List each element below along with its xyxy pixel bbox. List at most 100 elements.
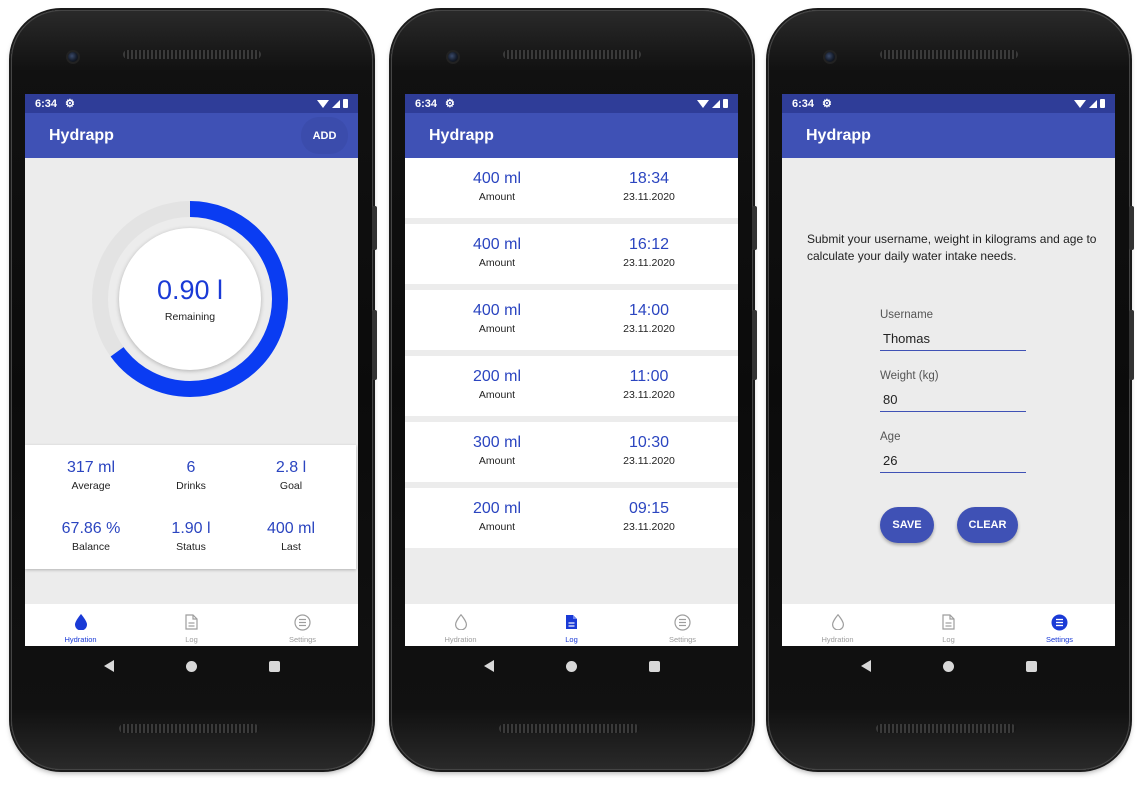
back-icon[interactable]	[483, 660, 494, 672]
log-date: 23.11.2020	[623, 521, 675, 533]
log-entry[interactable]: 300 ml Amount 10:30 23.11.2020	[405, 422, 738, 482]
nav-label: Hydration	[821, 635, 854, 644]
front-camera	[66, 50, 80, 64]
add-button[interactable]: ADD	[301, 117, 348, 154]
bottom-navigation: Hydration Log Settings	[405, 604, 738, 646]
stat-label: Goal	[279, 480, 303, 492]
nav-log[interactable]: Log	[516, 604, 627, 646]
nav-settings[interactable]: Settings	[1004, 604, 1115, 646]
age-input[interactable]	[880, 449, 1026, 473]
phone-hydration: 6:34 ⚙ Hydrapp ADD 0.90 l Remaining 317 …	[11, 10, 377, 770]
app-bar: Hydrapp	[782, 113, 1115, 158]
clear-button[interactable]: CLEAR	[957, 507, 1018, 543]
weight-label: Weight (kg)	[880, 370, 939, 382]
log-entry[interactable]: 400 ml Amount 16:12 23.11.2020	[405, 224, 738, 284]
nav-log[interactable]: Log	[136, 604, 247, 646]
back-icon[interactable]	[103, 660, 114, 672]
android-navigation-bar	[25, 646, 358, 686]
weight-input[interactable]	[880, 388, 1026, 412]
log-screen: 6:34 ⚙ Hydrapp 400 ml Amount 18:34 23.11…	[405, 94, 738, 646]
earpiece-speaker	[123, 50, 261, 59]
log-amount-value: 400 ml	[472, 170, 522, 187]
stat-drinks: 6 Drinks	[141, 459, 241, 492]
stat-average: 317 ml Average	[41, 459, 141, 492]
log-amount-label: Amount	[478, 257, 516, 269]
status-time: 6:34	[792, 97, 815, 110]
username-input[interactable]	[880, 327, 1026, 351]
phone-log: 6:34 ⚙ Hydrapp 400 ml Amount 18:34 23.11…	[391, 10, 757, 770]
log-entry[interactable]: 200 ml Amount 09:15 23.11.2020	[405, 488, 738, 548]
log-date: 23.11.2020	[623, 323, 675, 335]
volume-button	[372, 310, 377, 380]
log-date: 23.11.2020	[623, 455, 675, 467]
bottom-speaker	[499, 724, 639, 733]
recents-icon[interactable]	[1025, 660, 1037, 672]
stat-label: Last	[281, 541, 301, 553]
log-entry[interactable]: 200 ml Amount 11:00 23.11.2020	[405, 356, 738, 416]
save-button[interactable]: SAVE	[880, 507, 934, 543]
log-time: 10:30 23.11.2020	[579, 434, 719, 467]
log-amount: 200 ml Amount	[427, 368, 567, 401]
stat-value: 400 ml	[266, 520, 316, 537]
nav-label: Log	[565, 635, 578, 644]
volume-button	[752, 310, 757, 380]
home-icon[interactable]	[565, 660, 577, 672]
log-amount-value: 400 ml	[472, 236, 522, 253]
bottom-speaker	[876, 724, 1016, 733]
status-bar: 6:34 ⚙	[25, 94, 358, 113]
username-label: Username	[880, 309, 934, 321]
log-time: 18:34 23.11.2020	[579, 170, 719, 203]
stat-label: Balance	[72, 541, 110, 553]
log-time-value: 09:15	[628, 500, 670, 517]
nav-log[interactable]: Log	[893, 604, 1004, 646]
document-icon	[185, 612, 198, 632]
hydration-screen: 6:34 ⚙ Hydrapp ADD 0.90 l Remaining 317 …	[25, 94, 358, 646]
settings-intro-text: Submit your username, weight in kilogram…	[807, 232, 1097, 263]
battery-icon	[1100, 99, 1105, 108]
nav-settings[interactable]: Settings	[247, 604, 358, 646]
power-button	[752, 206, 757, 250]
log-amount: 300 ml Amount	[427, 434, 567, 467]
bottom-navigation: Hydration Log Settings	[25, 604, 358, 646]
log-amount-label: Amount	[478, 323, 516, 335]
system-icons	[1074, 99, 1105, 108]
wifi-icon	[1074, 99, 1086, 108]
nav-settings[interactable]: Settings	[627, 604, 738, 646]
list-settings-icon	[294, 612, 311, 632]
log-time: 14:00 23.11.2020	[579, 302, 719, 335]
earpiece-speaker	[503, 50, 641, 59]
signal-icon	[712, 99, 720, 108]
gear-icon: ⚙	[822, 98, 832, 110]
front-camera	[823, 50, 837, 64]
system-icons	[697, 99, 728, 108]
log-time-value: 10:30	[628, 434, 670, 451]
document-icon	[942, 612, 955, 632]
nav-label: Settings	[288, 635, 317, 644]
nav-hydration[interactable]: Hydration	[405, 604, 516, 646]
document-icon	[565, 612, 578, 632]
log-amount-label: Amount	[478, 191, 516, 203]
nav-hydration[interactable]: Hydration	[25, 604, 136, 646]
stat-value: 317 ml	[66, 459, 116, 476]
nav-hydration[interactable]: Hydration	[782, 604, 893, 646]
android-navigation-bar	[782, 646, 1115, 686]
log-amount-label: Amount	[478, 521, 516, 533]
log-time: 16:12 23.11.2020	[579, 236, 719, 269]
stat-last: 400 ml Last	[241, 520, 341, 553]
app-title: Hydrapp	[49, 126, 114, 144]
battery-icon	[723, 99, 728, 108]
recents-icon[interactable]	[268, 660, 280, 672]
log-amount-value: 200 ml	[472, 500, 522, 517]
home-icon[interactable]	[942, 660, 954, 672]
phone-settings: 6:34 ⚙ Hydrapp Submit your username, wei…	[768, 10, 1134, 770]
log-amount: 200 ml Amount	[427, 500, 567, 533]
nav-label: Hydration	[444, 635, 477, 644]
log-entry[interactable]: 400 ml Amount 18:34 23.11.2020	[405, 158, 738, 218]
status-bar: 6:34 ⚙	[405, 94, 738, 113]
log-entry[interactable]: 400 ml Amount 14:00 23.11.2020	[405, 290, 738, 350]
back-icon[interactable]	[860, 660, 871, 672]
nav-label: Hydration	[64, 635, 97, 644]
stats-card: 317 ml Average 6 Drinks 2.8 l Goal 67.86…	[25, 445, 356, 569]
home-icon[interactable]	[185, 660, 197, 672]
recents-icon[interactable]	[648, 660, 660, 672]
